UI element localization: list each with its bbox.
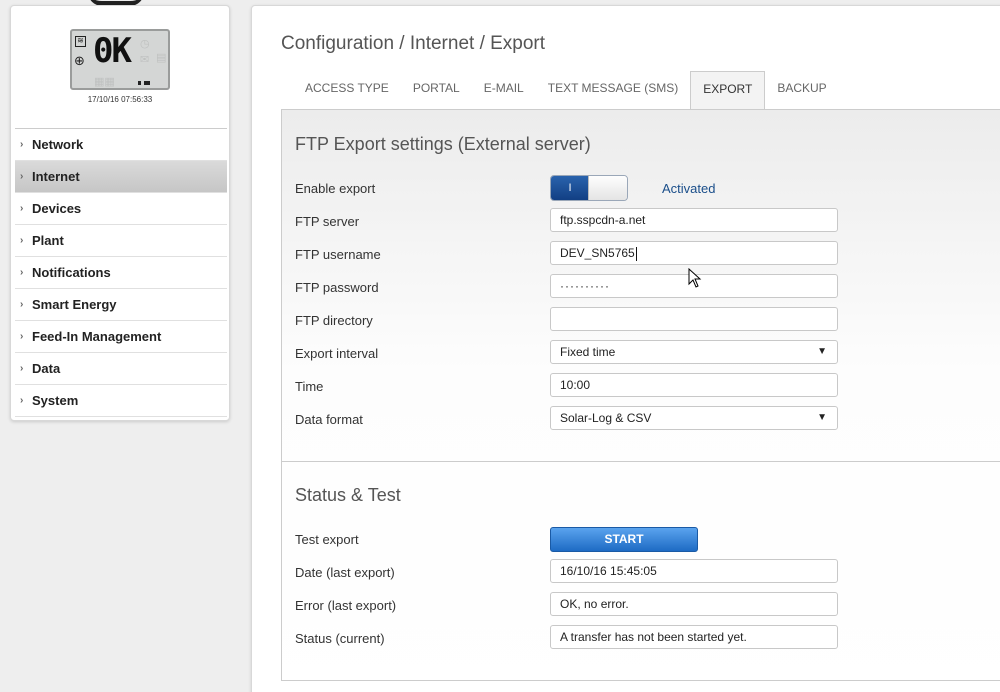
current-status-field: A transfer has not been started yet. — [550, 625, 838, 649]
start-button[interactable]: START — [550, 527, 698, 552]
export-interval-select[interactable]: Fixed time ▼ — [550, 340, 838, 364]
device-timestamp: 17/10/16 07:56:33 — [87, 95, 153, 104]
last-export-error-value: OK, no error. — [560, 597, 629, 611]
export-settings-panel: FTP Export settings (External server) En… — [281, 109, 1000, 681]
ftp-directory-input[interactable] — [550, 307, 838, 331]
sidebar-item-devices[interactable]: › Devices — [15, 193, 227, 225]
ftp-username-label: FTP username — [295, 247, 381, 262]
breadcrumb: Configuration / Internet / Export — [281, 33, 546, 54]
main-panel: Configuration / Internet / Export ACCESS… — [251, 5, 1000, 692]
sidebar-item-label: Smart Energy — [32, 297, 117, 312]
tab-access-type[interactable]: ACCESS TYPE — [293, 71, 401, 110]
current-status-label: Status (current) — [295, 631, 385, 646]
data-format-value: Solar-Log & CSV — [560, 411, 652, 425]
export-interval-value: Fixed time — [560, 345, 616, 359]
mouse-pointer-icon — [688, 268, 702, 288]
last-export-date-value: 16/10/16 15:45:05 — [560, 564, 657, 578]
enable-export-toggle[interactable]: I — [550, 175, 628, 201]
sidebar-item-smart-energy[interactable]: › Smart Energy — [15, 289, 227, 321]
ftp-username-input[interactable]: DEV_SN5765 — [550, 241, 838, 265]
time-value: 10:00 — [560, 378, 591, 392]
chevron-right-icon: › — [20, 395, 24, 406]
clock-icon: ◷ — [140, 38, 150, 50]
tab-export[interactable]: EXPORT — [690, 71, 766, 110]
chevron-right-icon: › — [20, 299, 24, 310]
tab-bar: ACCESS TYPE PORTAL E-MAIL TEXT MESSAGE (… — [293, 71, 839, 110]
sidebar-nav: › Network › Internet › Devices › Plant › Noti… — [15, 128, 227, 417]
ftp-password-value: ·········· — [560, 279, 610, 293]
sidebar: ≋ ⊕ 0K ◷ ▤ ✉ ▦▦ 17/10/16 07:56:33 › Netwo… — [10, 5, 230, 421]
triangle-down-icon: ▼ — [817, 346, 827, 357]
last-export-error-label: Error (last export) — [295, 598, 397, 613]
sidebar-item-plant[interactable]: › Plant — [15, 225, 227, 257]
sidebar-item-label: Feed-In Management — [32, 329, 162, 344]
signal-bars-icon — [138, 81, 150, 85]
chevron-right-icon: › — [20, 235, 24, 246]
tab-portal[interactable]: PORTAL — [401, 71, 472, 110]
toggle-knob — [588, 176, 627, 200]
sidebar-item-label: System — [32, 393, 79, 408]
ftp-server-input[interactable]: ftp.sspcdn-a.net — [550, 208, 838, 232]
ftp-server-label: FTP server — [295, 214, 360, 229]
chart-bars-icon: ▤ — [156, 52, 167, 64]
sidebar-item-label: Network — [32, 137, 84, 152]
lcd-status-text: 0K — [93, 31, 132, 71]
sidebar-item-notifications[interactable]: › Notifications — [15, 257, 227, 289]
tab-text-message[interactable]: TEXT MESSAGE (SMS) — [536, 71, 690, 110]
toggle-on-indicator: I — [551, 176, 589, 200]
tab-email[interactable]: E-MAIL — [472, 71, 536, 110]
ftp-username-value: DEV_SN5765 — [560, 246, 635, 260]
sidebar-item-internet[interactable]: › Internet — [15, 161, 227, 193]
tab-backup[interactable]: BACKUP — [765, 71, 838, 110]
chevron-right-icon: › — [20, 331, 24, 342]
data-format-label: Data format — [295, 412, 363, 427]
last-export-error-field: OK, no error. — [550, 592, 838, 616]
device-lcd-display: ≋ ⊕ 0K ◷ ▤ ✉ ▦▦ — [70, 29, 170, 90]
ftp-section-title: FTP Export settings (External server) — [295, 134, 591, 154]
status-section-title: Status & Test — [295, 485, 401, 505]
mail-icon: ✉ — [140, 54, 150, 66]
chevron-right-icon: › — [20, 203, 24, 214]
last-export-date-label: Date (last export) — [295, 565, 395, 580]
chevron-right-icon: › — [20, 267, 24, 278]
ftp-server-value: ftp.sspcdn-a.net — [560, 213, 646, 227]
data-format-select[interactable]: Solar-Log & CSV ▼ — [550, 406, 838, 430]
sidebar-item-label: Plant — [32, 233, 64, 248]
time-input[interactable]: 10:00 — [550, 373, 838, 397]
sidebar-item-system[interactable]: › System — [15, 385, 227, 417]
time-label: Time — [295, 379, 324, 394]
test-export-label: Test export — [295, 532, 359, 547]
triangle-down-icon: ▼ — [817, 412, 827, 423]
chevron-right-icon: › — [20, 363, 24, 374]
current-status-value: A transfer has not been started yet. — [560, 630, 747, 644]
dim-segments-icon: ▦▦ — [94, 76, 115, 88]
chart-icon: ≋ — [75, 36, 86, 47]
sidebar-item-label: Data — [32, 361, 61, 376]
sidebar-item-label: Internet — [32, 169, 80, 184]
globe-icon: ⊕ — [74, 53, 85, 68]
sidebar-item-label: Notifications — [32, 265, 111, 280]
sidebar-item-network[interactable]: › Network — [15, 129, 227, 161]
section-divider — [282, 461, 1000, 462]
sidebar-item-data[interactable]: › Data — [15, 353, 227, 385]
export-interval-label: Export interval — [295, 346, 379, 361]
toggle-status-text: Activated — [662, 181, 716, 196]
chevron-right-icon: › — [20, 139, 24, 150]
chevron-right-icon: › — [20, 171, 24, 182]
ftp-directory-label: FTP directory — [295, 313, 373, 328]
last-export-date-field: 16/10/16 15:45:05 — [550, 559, 838, 583]
sidebar-item-label: Devices — [32, 201, 82, 216]
enable-export-label: Enable export — [295, 181, 376, 196]
text-caret — [635, 246, 637, 261]
ftp-password-label: FTP password — [295, 280, 379, 295]
sidebar-item-feed-in-management[interactable]: › Feed-In Management — [15, 321, 227, 353]
